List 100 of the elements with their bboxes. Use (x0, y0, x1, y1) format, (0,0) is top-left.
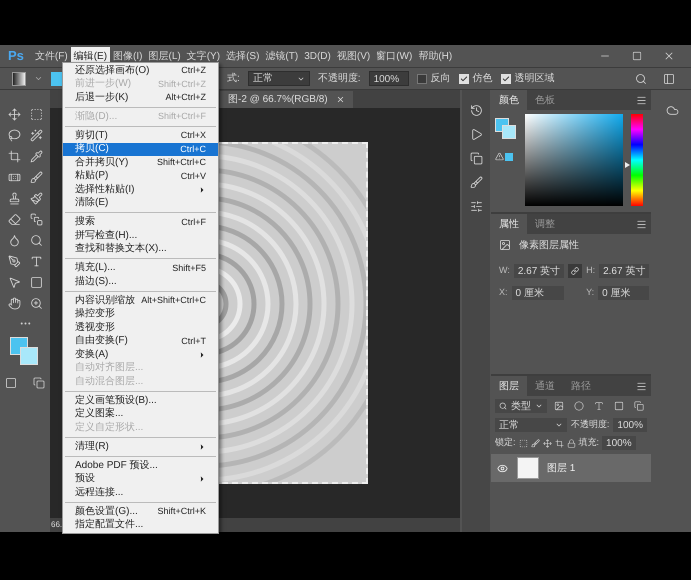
menu-item[interactable]: 合并拷贝(Y) Shift+Ctrl+C (63, 156, 218, 170)
menu-item[interactable]: 清除(E) (63, 196, 218, 210)
menu-item[interactable]: 图像(I) (110, 47, 146, 65)
brush-icon[interactable] (30, 170, 42, 184)
menu-item[interactable]: 远程连接... (63, 486, 218, 500)
menu-item[interactable]: 描边(S)... (63, 275, 218, 288)
checkbox[interactable] (416, 74, 427, 84)
pen-icon[interactable] (8, 254, 20, 268)
lasso-icon[interactable] (8, 128, 20, 142)
menu-item[interactable]: 搜索 Ctrl+F (63, 216, 218, 229)
menu-item[interactable]: 查找和替换文本(X)... (63, 242, 218, 256)
sliders-icon[interactable] (470, 200, 482, 212)
menu-item[interactable]: 选择性粘贴(I) (63, 183, 218, 196)
eraser-icon[interactable] (8, 212, 20, 226)
document-tab[interactable]: 图-2 @ 66.7%(RGB/8) (220, 91, 353, 108)
menu-item[interactable]: 自由变换(F) Ctrl+T (63, 334, 218, 348)
menu-item[interactable]: 帮助(H) (415, 47, 456, 65)
close-button[interactable] (663, 50, 675, 62)
menu-item[interactable]: Adobe PDF 预设... (63, 459, 218, 472)
panel-tab[interactable]: 属性 (491, 214, 527, 234)
input-field[interactable]: 0 厘米 (512, 286, 564, 300)
zoom-icon[interactable] (30, 296, 42, 310)
visibility-toggle[interactable] (495, 462, 509, 474)
text-tool-icon[interactable] (30, 254, 42, 268)
marquee-icon[interactable] (30, 108, 42, 120)
menu-item[interactable]: 内容识别缩放 Alt+Shift+Ctrl+C (63, 294, 218, 308)
slider-thumb[interactable] (625, 162, 630, 168)
input-field[interactable]: 2.67 英寸 (599, 264, 650, 278)
color-swatches[interactable] (495, 118, 517, 140)
text-filter-icon[interactable] (594, 401, 604, 411)
paintbrush-icon[interactable] (30, 192, 42, 204)
menu-item[interactable]: 3D(D) (301, 47, 334, 65)
wand-icon[interactable] (30, 128, 42, 142)
input-field[interactable]: 2.67 英寸 (514, 264, 564, 278)
cloud-icon[interactable] (666, 104, 679, 116)
quick-mask-button[interactable] (5, 377, 17, 389)
smart-object-icon[interactable] (634, 401, 644, 411)
layer-row[interactable]: 图层 1 (491, 454, 651, 482)
menu-item[interactable]: 指定配置文件... (63, 518, 218, 532)
panel-tab[interactable]: 色板 (527, 90, 563, 110)
checkbox[interactable] (458, 74, 469, 84)
filter-dropdown[interactable]: 类型 (495, 399, 547, 413)
clone-icon[interactable] (470, 152, 482, 164)
menu-item[interactable]: 视图(V) (334, 47, 374, 65)
opacity-field[interactable]: 100% (613, 418, 647, 432)
menu-item[interactable]: 定义画笔预设(B)... (63, 394, 218, 408)
gradient-tool-icon[interactable] (12, 72, 26, 86)
play-icon[interactable] (470, 128, 482, 140)
history-icon[interactable] (470, 104, 482, 116)
magnifier-icon[interactable] (30, 234, 42, 246)
move-icon[interactable] (8, 108, 20, 120)
opacity-field[interactable]: 100% (368, 71, 409, 86)
panel-tab[interactable]: 路径 (563, 376, 599, 396)
maximize-button[interactable] (632, 51, 642, 61)
link-icon[interactable] (568, 264, 582, 278)
menu-item[interactable]: 还原选择画布(O) Ctrl+Z (63, 64, 218, 78)
menu-item[interactable]: 文字(Y) (184, 47, 224, 65)
panel-menu-button[interactable] (636, 94, 647, 106)
panel-tab[interactable]: 通道 (527, 376, 563, 396)
close-icon[interactable] (336, 95, 345, 104)
menu-item[interactable]: 颜色设置(G)... Shift+Ctrl+K (63, 505, 218, 518)
panel-menu-button[interactable] (636, 380, 647, 392)
eyedropper-icon[interactable] (30, 150, 42, 162)
caret-icon[interactable] (34, 74, 43, 83)
circle-filter-icon[interactable] (574, 401, 584, 411)
menu-item[interactable]: 剪切(T) Ctrl+X (63, 129, 218, 142)
menu-item[interactable]: 透视变形 (63, 321, 218, 334)
menu-item[interactable]: 预设 (63, 472, 218, 486)
menu-item[interactable]: 拼写检查(H)... (63, 229, 218, 242)
crop-icon[interactable] (8, 150, 20, 162)
stamp-icon[interactable] (8, 192, 20, 204)
menu-item[interactable]: 文件(F) (32, 47, 71, 65)
shape-filter-icon[interactable] (614, 401, 624, 411)
color-field[interactable] (525, 114, 623, 206)
menu-item[interactable]: 操控变形 (63, 308, 218, 321)
menu-item[interactable]: 后退一步(K) Alt+Ctrl+Z (63, 91, 218, 104)
menu-item[interactable]: 变换(A) (63, 348, 218, 362)
workspace-button[interactable] (663, 72, 675, 84)
hand-icon[interactable] (8, 296, 20, 310)
menu-item[interactable]: 滤镜(T) (262, 47, 302, 65)
panel-tab[interactable]: 调整 (527, 214, 563, 234)
web-color-swatch[interactable] (505, 152, 513, 160)
image-filter-icon[interactable] (554, 401, 564, 411)
menu-item[interactable]: 粘贴(P) Ctrl+V (63, 170, 218, 183)
menu-item[interactable]: 选择(S) (223, 47, 262, 65)
mode-dropdown[interactable]: 正常 (248, 71, 310, 86)
menu-item[interactable]: 窗口(W) (373, 47, 416, 65)
menu-item[interactable]: 清理(R) (63, 440, 218, 454)
menu-item[interactable]: 图层(L) (145, 47, 184, 65)
rectangle-icon[interactable] (30, 276, 42, 288)
screen-mode-button[interactable] (33, 377, 45, 389)
brush-preset-icon[interactable] (470, 176, 482, 188)
fill-field[interactable]: 100% (602, 436, 636, 450)
panel-menu-button[interactable] (636, 218, 647, 230)
droplet-icon[interactable] (8, 234, 20, 246)
input-field[interactable]: 0 厘米 (598, 286, 650, 300)
menu-item[interactable]: 拷贝(C) Ctrl+C (63, 142, 218, 156)
pointer-icon[interactable] (8, 276, 20, 288)
menu-item[interactable]: 定义图案... (63, 408, 218, 421)
menu-item[interactable]: 填充(L)... Shift+F5 (63, 262, 218, 275)
